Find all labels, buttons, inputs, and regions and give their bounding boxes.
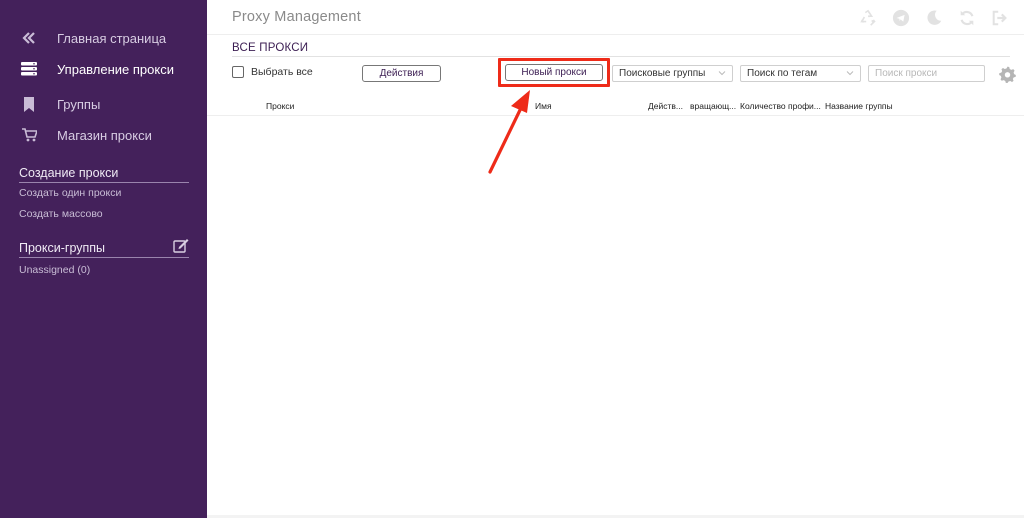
select-all-checkbox[interactable]: Выбрать все [232, 66, 313, 78]
section-divider [232, 56, 1010, 57]
search-groups-value: Поисковые группы [619, 68, 706, 79]
nav-item-label: Главная страница [57, 30, 167, 46]
search-proxy-input[interactable] [868, 65, 985, 82]
nav-item-label: Магазин прокси [57, 127, 152, 143]
column-header-rotating[interactable]: вращающ... [690, 101, 736, 111]
header-divider [207, 34, 1024, 35]
proxy-groups-section: Прокси-группы [19, 238, 189, 258]
column-header-actions[interactable]: Действ... [648, 101, 683, 111]
server-icon [20, 61, 38, 77]
edit-icon[interactable] [173, 238, 189, 256]
nav-item-label: Управление прокси [57, 61, 174, 77]
app-title: Proxy Management [232, 9, 361, 25]
logout-icon[interactable] [990, 8, 1010, 28]
create-proxy-section: Создание прокси [19, 166, 189, 183]
nav-item-groups[interactable]: Группы [20, 94, 100, 114]
column-header-proxy[interactable]: Прокси [266, 101, 294, 111]
annotation-arrow [488, 90, 530, 174]
chevron-down-icon [718, 69, 726, 77]
proxy-groups-heading-label: Прокси-группы [19, 241, 106, 255]
column-header-name[interactable]: Имя [535, 101, 552, 111]
actions-button[interactable]: Действия [362, 65, 441, 82]
moon-icon[interactable] [924, 8, 944, 28]
nav-item-proxy-management[interactable]: Управление прокси [20, 59, 174, 79]
search-groups-select[interactable]: Поисковые группы [612, 65, 733, 82]
search-tags-select[interactable]: Поиск по тегам [740, 65, 861, 82]
column-header-profiles-count[interactable]: Количество профи... [740, 101, 821, 111]
create-bulk-proxy-link[interactable]: Создать массово [19, 208, 103, 220]
select-all-label: Выбрать все [251, 66, 313, 78]
group-item-unassigned[interactable]: Unassigned (0) [19, 264, 90, 276]
new-proxy-button[interactable]: Новый прокси [505, 64, 603, 81]
nav-item-label: Группы [57, 96, 101, 112]
create-proxy-heading: Создание прокси [19, 166, 189, 183]
header-icons [858, 8, 1010, 28]
table-header-divider [207, 115, 1024, 116]
column-header-group-name[interactable]: Название группы [825, 101, 893, 111]
checkbox-box[interactable] [232, 66, 244, 78]
create-single-proxy-link[interactable]: Создать один прокси [19, 187, 121, 199]
page-title: ВСЕ ПРОКСИ [232, 42, 309, 54]
gear-icon[interactable] [997, 64, 1017, 84]
bookmark-icon [20, 96, 38, 112]
sidebar: Главная страница Управление прокси Групп… [0, 0, 207, 518]
nav-item-home[interactable]: Главная страница [20, 28, 166, 48]
proxy-groups-heading: Прокси-группы [19, 238, 189, 258]
cart-icon [20, 127, 38, 143]
double-chevron-left-icon [20, 30, 38, 46]
telegram-icon[interactable] [891, 8, 911, 28]
recycle-icon[interactable] [858, 8, 878, 28]
nav-item-proxy-store[interactable]: Магазин прокси [20, 125, 152, 145]
chevron-down-icon [846, 69, 854, 77]
refresh-icon[interactable] [957, 8, 977, 28]
search-tags-value: Поиск по тегам [747, 68, 818, 79]
